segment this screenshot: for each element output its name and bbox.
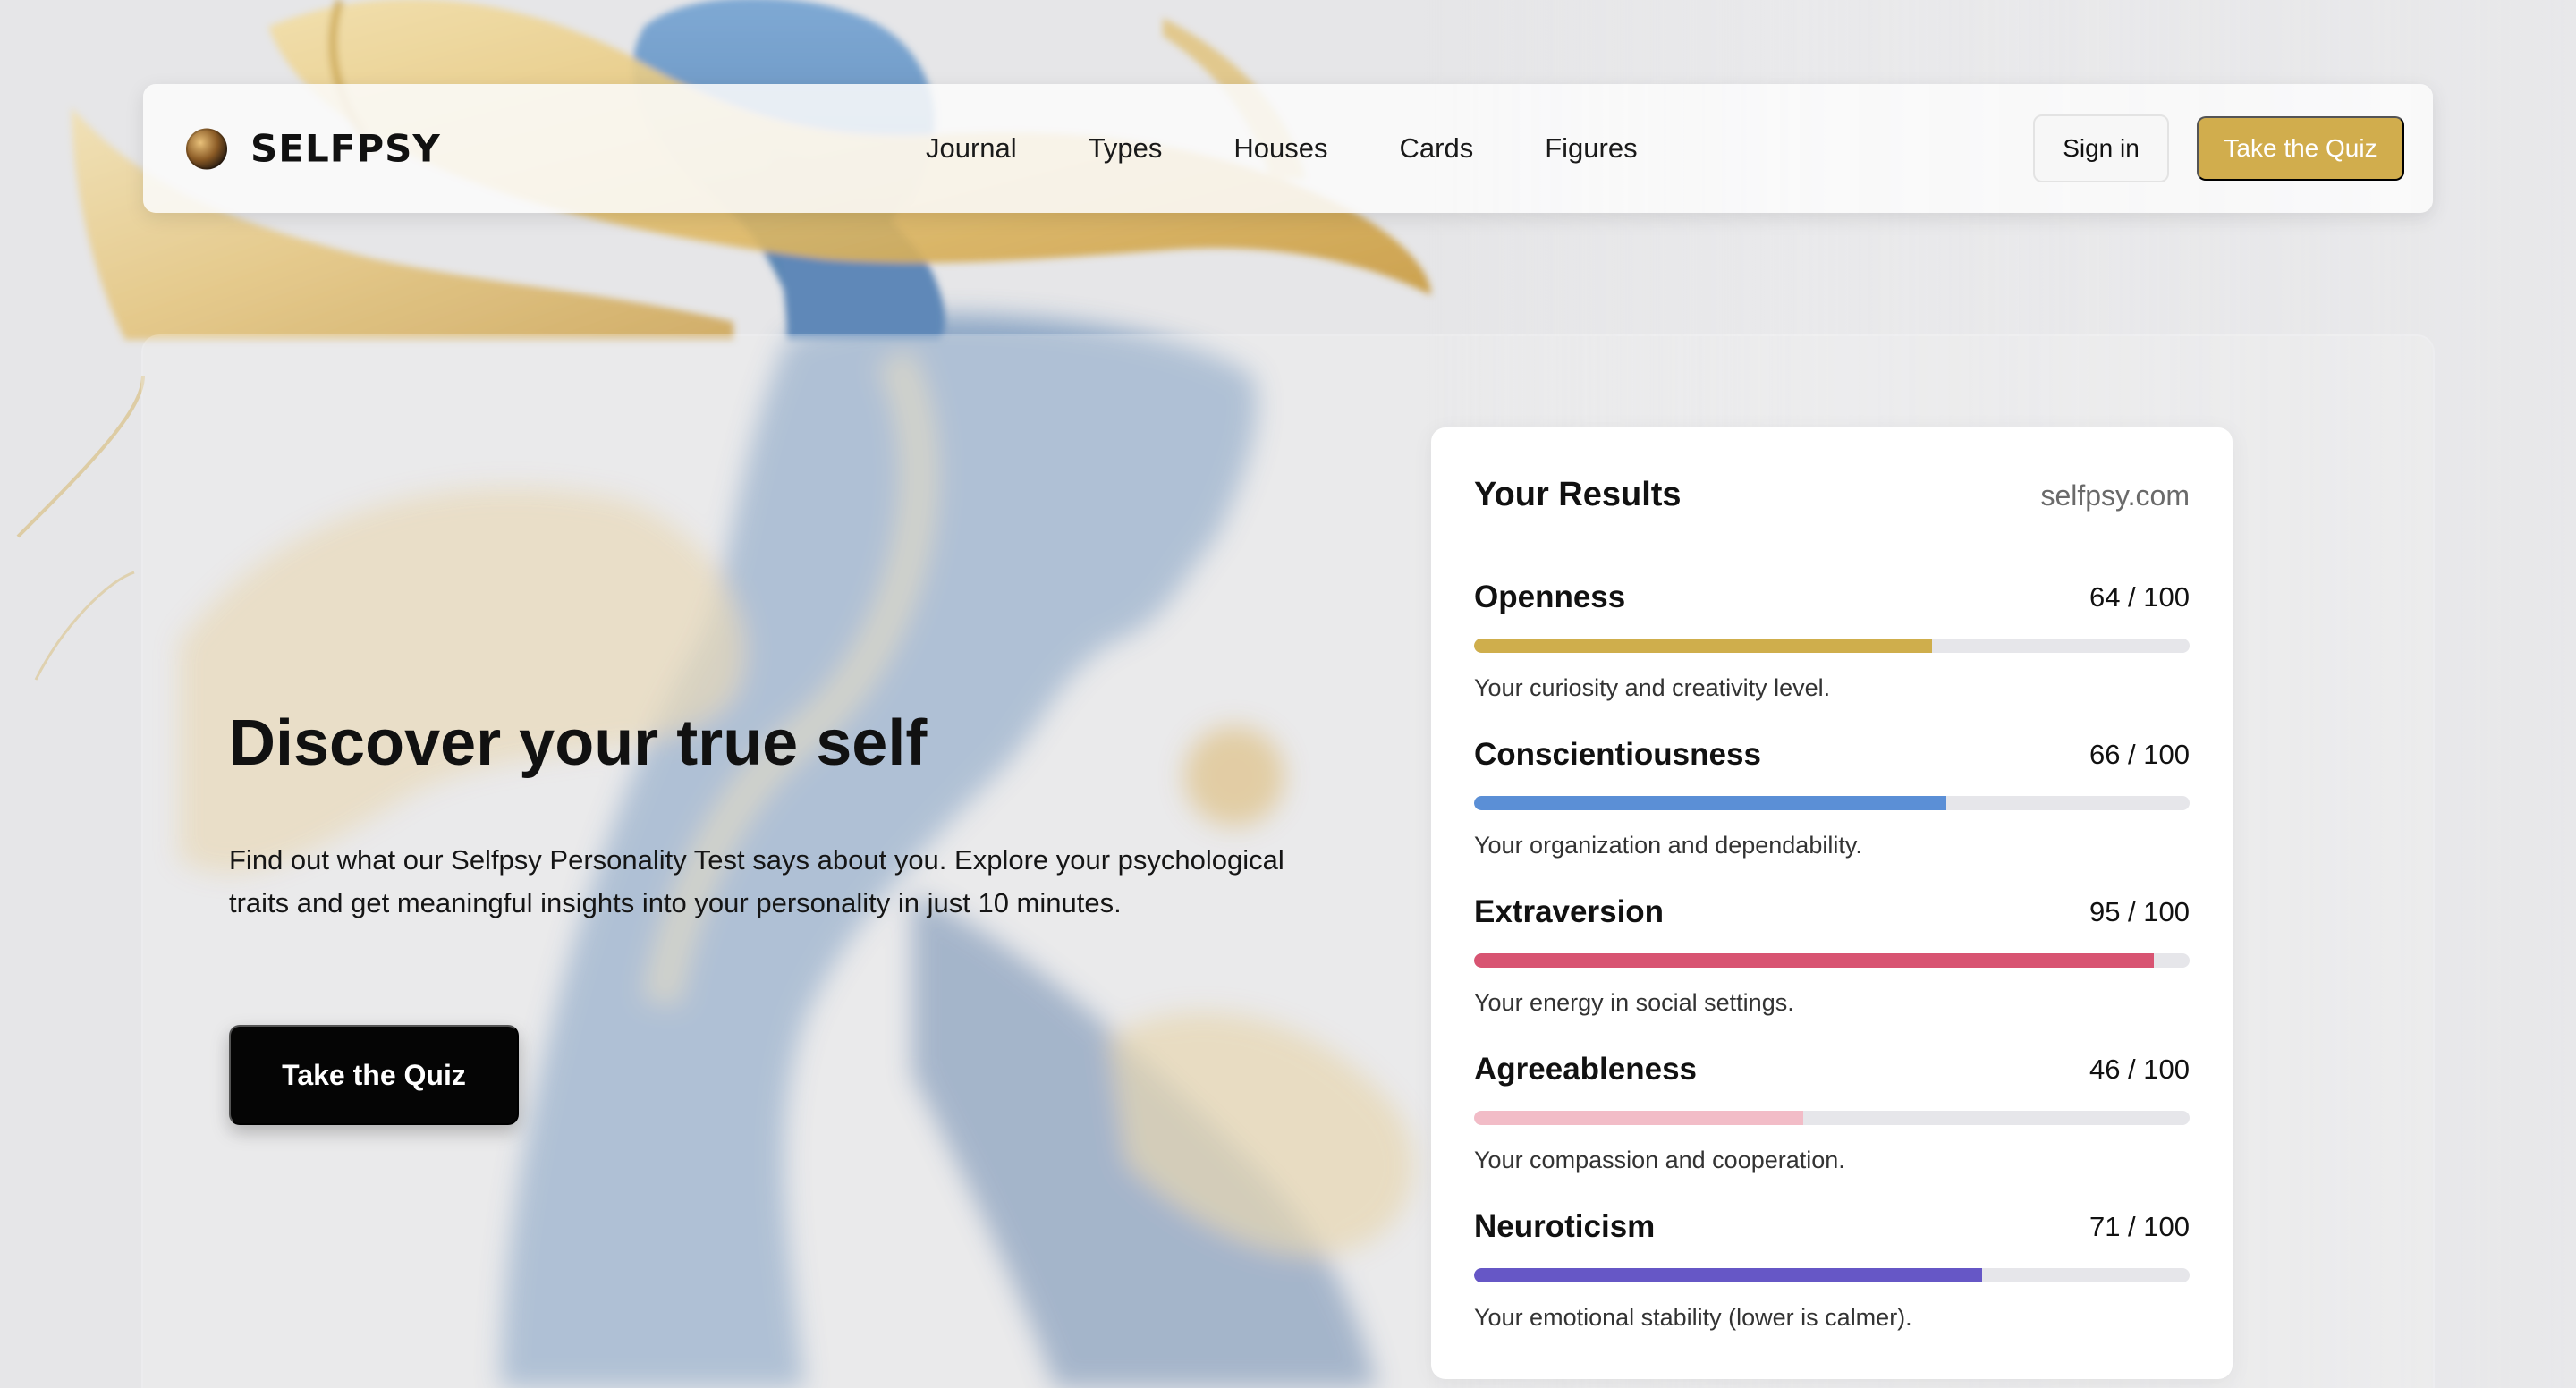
nav-link-journal[interactable]: Journal bbox=[926, 132, 1017, 165]
trait-description: Your energy in social settings. bbox=[1474, 989, 1794, 1016]
trait-description: Your compassion and cooperation. bbox=[1474, 1147, 1845, 1173]
nav-link-houses[interactable]: Houses bbox=[1233, 132, 1327, 165]
trait-progress-track bbox=[1474, 1268, 2190, 1282]
brand-name: SELFPSY bbox=[250, 126, 441, 171]
trait-progress-track bbox=[1474, 639, 2190, 653]
trait-extraversion: Extraversion 95 / 100 Your energy in soc… bbox=[1474, 894, 2190, 1037]
trait-score: 95 / 100 bbox=[2089, 896, 2190, 927]
trait-progress-fill bbox=[1474, 1111, 1803, 1125]
trait-description: Your curiosity and creativity level. bbox=[1474, 674, 1831, 701]
sign-in-button[interactable]: Sign in bbox=[2033, 114, 2169, 182]
trait-progress-fill bbox=[1474, 1268, 1982, 1282]
trait-description: Your organization and dependability. bbox=[1474, 832, 1862, 859]
trait-progress-track bbox=[1474, 796, 2190, 810]
trait-score: 66 / 100 bbox=[2089, 739, 2190, 770]
hero-title: Discover your true self bbox=[229, 707, 928, 779]
trait-score: 46 / 100 bbox=[2089, 1054, 2190, 1085]
trait-name: Agreeableness bbox=[1474, 1052, 1698, 1087]
nav-link-types[interactable]: Types bbox=[1089, 132, 1163, 165]
trait-neuroticism: Neuroticism 71 / 100 Your emotional stab… bbox=[1474, 1209, 2190, 1352]
trait-name: Extraversion bbox=[1474, 894, 1665, 929]
trait-agreeableness: Agreeableness 46 / 100 Your compassion a… bbox=[1474, 1052, 2190, 1195]
nav-link-cards[interactable]: Cards bbox=[1400, 132, 1474, 165]
trait-score: 64 / 100 bbox=[2089, 581, 2190, 613]
nav-links: Journal Types Houses Cards Figures bbox=[926, 132, 1709, 165]
results-title: Your Results bbox=[1474, 476, 1682, 513]
brand-logo-icon bbox=[186, 128, 227, 169]
trait-name: Openness bbox=[1474, 580, 1626, 614]
top-navigation: SELFPSY Journal Types Houses Cards Figur… bbox=[143, 84, 2433, 213]
trait-progress-fill bbox=[1474, 953, 2154, 968]
trait-score: 71 / 100 bbox=[2089, 1211, 2190, 1242]
trait-conscientiousness: Conscientiousness 66 / 100 Your organiza… bbox=[1474, 737, 2190, 880]
hero-description: Find out what our Selfpsy Personality Te… bbox=[229, 844, 1284, 918]
trait-description: Your emotional stability (lower is calme… bbox=[1474, 1304, 1912, 1331]
trait-progress-track bbox=[1474, 953, 2190, 968]
trait-name: Conscientiousness bbox=[1474, 737, 1761, 772]
trait-openness: Openness 64 / 100 Your curiosity and cre… bbox=[1474, 580, 2190, 723]
nav-link-figures[interactable]: Figures bbox=[1545, 132, 1637, 165]
trait-progress-fill bbox=[1474, 639, 1932, 653]
brand[interactable]: SELFPSY bbox=[186, 127, 441, 171]
results-site: selfpsy.com bbox=[2040, 479, 2190, 512]
trait-progress-track bbox=[1474, 1111, 2190, 1125]
trait-name: Neuroticism bbox=[1474, 1209, 1656, 1244]
results-card: Your Results selfpsy.com Openness 64 / 1… bbox=[1431, 427, 2233, 1379]
take-quiz-nav-button[interactable]: Take the Quiz bbox=[2197, 116, 2404, 181]
trait-progress-fill bbox=[1474, 796, 1946, 810]
take-quiz-hero-button[interactable]: Take the Quiz bbox=[229, 1025, 519, 1125]
